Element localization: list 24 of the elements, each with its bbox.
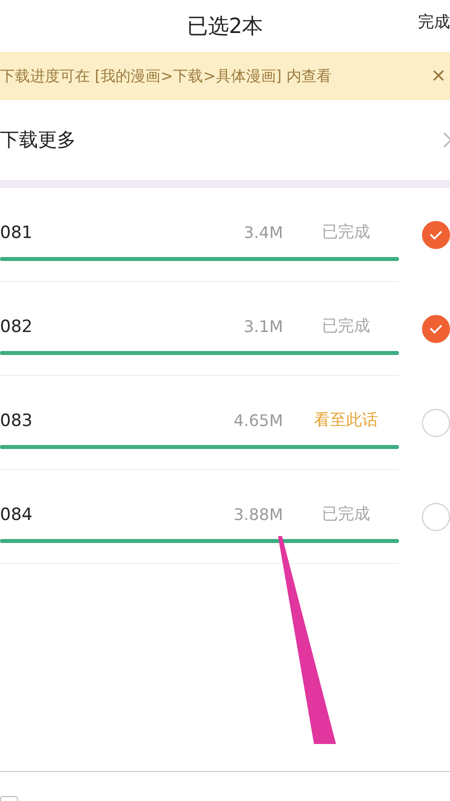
chapter-number: 082 (0, 316, 34, 336)
select-checkbox[interactable] (422, 409, 450, 437)
file-size: 3.1M (242, 317, 283, 336)
chevron-icon (443, 132, 450, 148)
chapter-number: 083 (0, 410, 34, 430)
download-status: 已完成 (321, 504, 371, 525)
page-title: 已选2本 (186, 13, 264, 40)
chapter-number: 081 (0, 222, 34, 242)
check-icon (429, 230, 443, 240)
file-size: 3.88M (232, 505, 283, 524)
chapter-number: 084 (0, 504, 34, 524)
file-size: 3.4M (242, 223, 283, 242)
done-button[interactable]: 完成 (418, 12, 450, 33)
select-checkbox[interactable] (422, 503, 450, 531)
select-checkbox[interactable] (422, 221, 450, 249)
download-status: 已完成 (321, 222, 371, 243)
file-size: 4.65M (232, 411, 283, 430)
download-status: 看至此话 (313, 410, 379, 431)
download-status: 已完成 (321, 316, 371, 337)
notice-text: 下载进度可在 [我的漫画>下载>具体漫画] 内查看 (0, 66, 332, 86)
select-checkbox[interactable] (422, 315, 450, 343)
download-more-row[interactable]: 下载更多 (0, 100, 450, 180)
download-more-label: 下载更多 (0, 128, 76, 153)
check-icon (429, 324, 443, 334)
